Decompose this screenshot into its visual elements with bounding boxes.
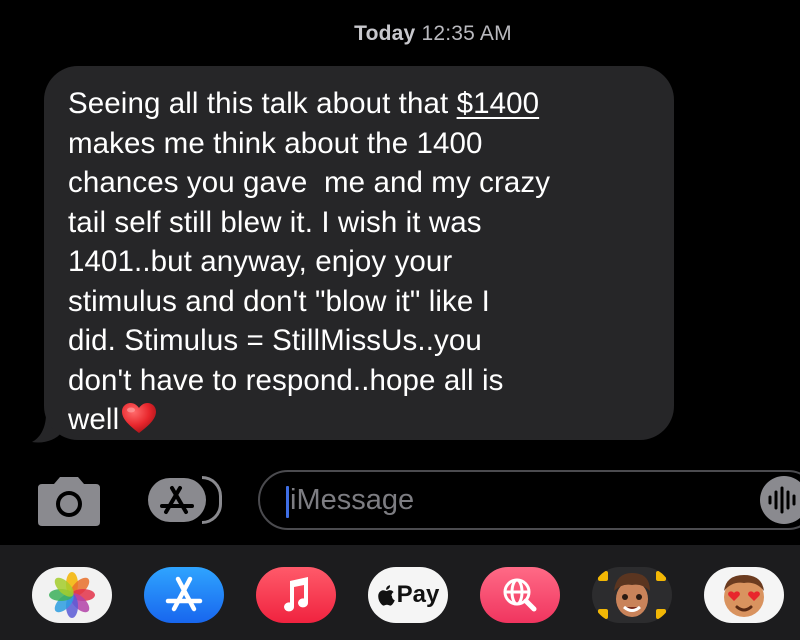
apple-pay-icon: Pay [368, 567, 448, 623]
apple-logo-icon [377, 585, 395, 606]
message-line: Seeing all this talk about that $1400 [68, 84, 652, 124]
apple-pay-label: Pay [396, 581, 440, 608]
globe-search-icon [503, 578, 537, 612]
message-line: chances you gave me and my crazy [68, 166, 551, 199]
text-caret [286, 486, 289, 518]
camera-icon[interactable] [34, 474, 104, 528]
app-app-store[interactable] [144, 567, 224, 623]
imessage-app-drawer: Pay [0, 545, 800, 640]
memoji-icon [598, 571, 666, 619]
message-line: well [68, 400, 652, 440]
message-line: did. Stimulus = StillMissUs..you [68, 324, 482, 357]
message-line: makes me think about the 1400 [68, 126, 483, 160]
app-apple-pay[interactable]: Pay [368, 567, 448, 623]
message-line-prefix: Seeing all this talk about that [68, 87, 457, 120]
app-store-arc [202, 476, 222, 524]
amount-link[interactable]: $1400 [457, 87, 540, 120]
message-timestamp: Today 12:35 AM [0, 22, 800, 46]
imessage-input[interactable]: iMessage [258, 470, 800, 530]
animoji-icon [724, 575, 764, 617]
photos-icon [49, 572, 95, 618]
app-music[interactable] [256, 567, 336, 623]
app-store-button[interactable] [148, 476, 222, 524]
message-line: don't have to respond..hope all is [68, 363, 504, 397]
received-message-bubble[interactable]: Seeing all this talk about that $1400 ma… [44, 66, 674, 440]
app-memoji-stickers[interactable] [592, 567, 672, 623]
audio-message-button[interactable] [760, 476, 800, 524]
music-icon [284, 577, 308, 612]
app-store-icon [165, 576, 203, 612]
message-line: tail self still blew it. I wish it was [68, 205, 482, 239]
messages-screen: Today 12:35 AM Seeing all this talk abou… [0, 0, 800, 640]
timestamp-time: 12:35 AM [421, 22, 512, 45]
waveform-icon [768, 486, 796, 514]
app-images[interactable] [480, 567, 560, 623]
app-photos[interactable] [32, 567, 112, 623]
timestamp-day: Today [354, 22, 416, 45]
compose-bar: iMessage [0, 468, 800, 534]
message-text: Seeing all this talk about that $1400 ma… [68, 84, 652, 440]
message-line: stimulus and don't "blow it" like I [68, 284, 490, 318]
app-store-icon [160, 486, 194, 514]
app-animoji[interactable] [704, 567, 784, 623]
imessage-placeholder: iMessage [290, 484, 415, 516]
message-last-word: well [68, 403, 120, 436]
message-line: 1401..but anyway, enjoy your [68, 245, 453, 278]
red-heart-icon [122, 403, 157, 433]
